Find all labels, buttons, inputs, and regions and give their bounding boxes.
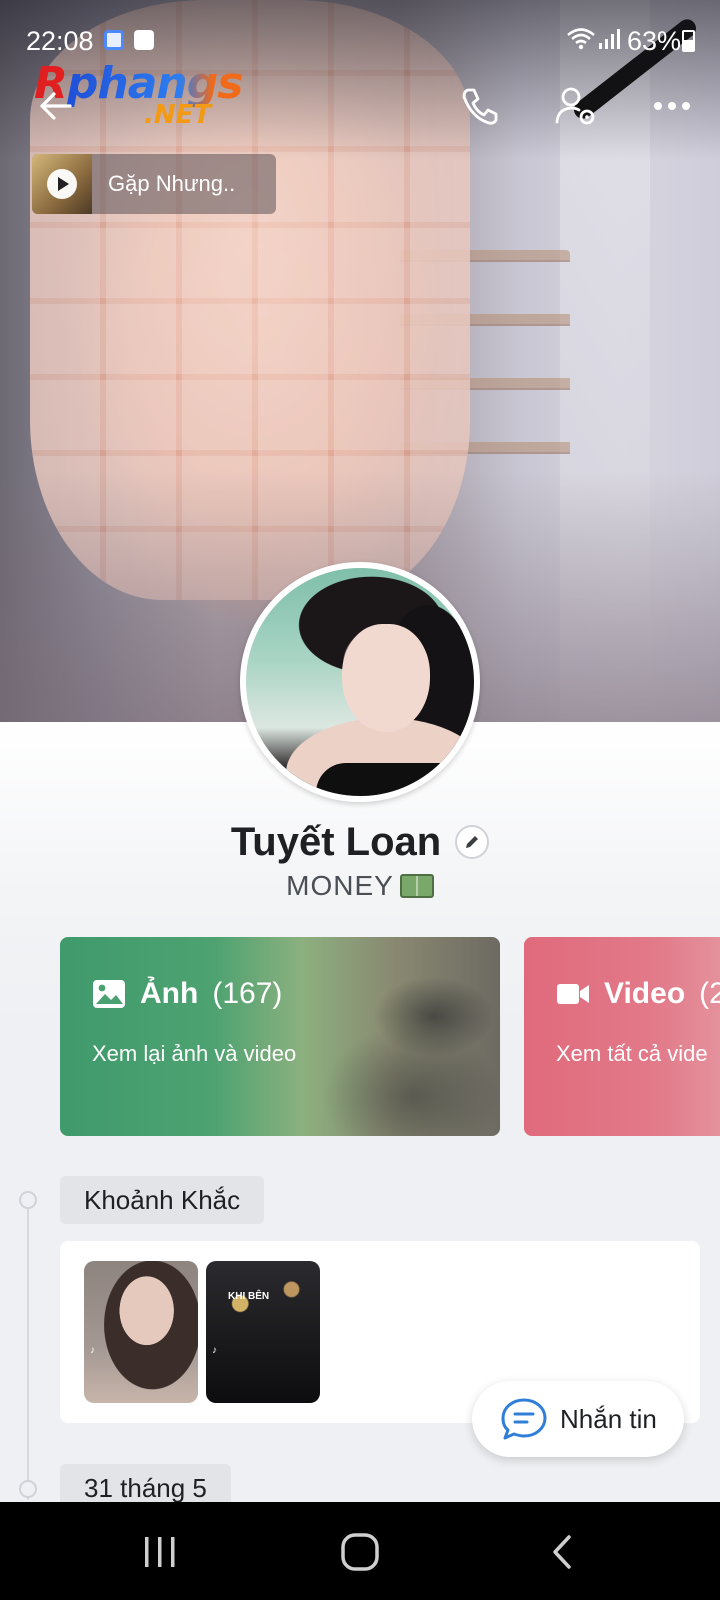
profile-bio-text: MONEY	[286, 870, 394, 901]
recent-apps-button[interactable]	[130, 1524, 190, 1580]
arrow-left-icon	[40, 92, 72, 120]
back-button[interactable]	[28, 78, 84, 134]
moment-caption: KHI BÊN	[228, 1291, 270, 1302]
image-icon	[93, 980, 125, 1008]
pencil-icon	[466, 836, 479, 848]
recent-apps-icon	[145, 1537, 175, 1567]
timeline-line	[27, 1200, 29, 1500]
tiktok-icon: ♪	[90, 1345, 95, 1356]
wifi-icon	[567, 28, 595, 50]
timeline-dot	[19, 1480, 37, 1498]
tiktok-icon: ♪	[212, 1345, 217, 1356]
status-time: 22:08	[26, 26, 94, 56]
notification-app-icon	[104, 30, 124, 50]
call-button[interactable]	[452, 78, 508, 134]
notification-app-icon-2	[134, 30, 154, 50]
navigation-bar	[0, 1502, 720, 1600]
message-button-label: Nhắn tin	[560, 1403, 657, 1434]
photos-card-background	[280, 937, 500, 1136]
moments-label: Khoảnh Khắc	[60, 1176, 265, 1224]
photos-card-header: Ảnh (167)	[92, 977, 282, 1011]
moment-thumbnail[interactable]: KHI BÊN ♪	[206, 1261, 320, 1403]
avatar[interactable]	[240, 562, 480, 802]
photos-card-subtitle: Xem lại ảnh và video	[92, 1041, 297, 1066]
moment-thumbnail[interactable]: ♪	[84, 1261, 198, 1403]
timeline-dot	[19, 1191, 37, 1209]
avatar-face	[342, 624, 430, 732]
videos-card-header: Video (2)	[556, 977, 720, 1011]
profile-music-chip[interactable]: Gặp Nhưng..	[32, 154, 276, 214]
profile-bio: MONEY	[0, 870, 720, 902]
play-icon[interactable]	[47, 169, 77, 199]
message-button[interactable]: Nhắn tin	[472, 1381, 684, 1457]
videos-card-count: (2)	[699, 977, 720, 1010]
more-button[interactable]	[644, 78, 700, 134]
battery-icon	[682, 30, 695, 52]
user-settings-icon	[555, 87, 595, 125]
watermark-sub: .NET	[144, 100, 212, 130]
system-back-button[interactable]	[532, 1524, 592, 1580]
videos-card[interactable]: Video (2) Xem tất cả vide	[524, 937, 720, 1136]
music-cover-thumbnail	[32, 154, 92, 214]
more-horizontal-icon	[654, 102, 690, 110]
video-camera-icon	[557, 984, 589, 1004]
videos-card-label: Video	[604, 977, 686, 1010]
photos-card[interactable]: Ảnh (167) Xem lại ảnh và video	[60, 937, 500, 1136]
chat-bubble-icon	[501, 1398, 547, 1440]
battery-percent: 63%	[627, 26, 682, 56]
videos-card-subtitle: Xem tất cả vide	[556, 1041, 708, 1066]
music-title: Gặp Nhưng..	[108, 171, 236, 196]
profile-name: Tuyết Loan	[230, 819, 442, 864]
profile-settings-button[interactable]	[548, 78, 604, 134]
back-icon	[553, 1535, 571, 1569]
photos-card-label: Ảnh	[140, 977, 199, 1010]
money-emoji-icon	[399, 874, 434, 898]
signal-icon	[599, 29, 620, 49]
edit-name-button[interactable]	[455, 825, 490, 859]
phone-icon	[462, 88, 498, 125]
profile-name-row: Tuyết Loan	[0, 814, 720, 870]
home-button[interactable]	[330, 1524, 390, 1580]
home-icon	[341, 1533, 379, 1571]
photos-card-count: (167)	[212, 977, 283, 1010]
